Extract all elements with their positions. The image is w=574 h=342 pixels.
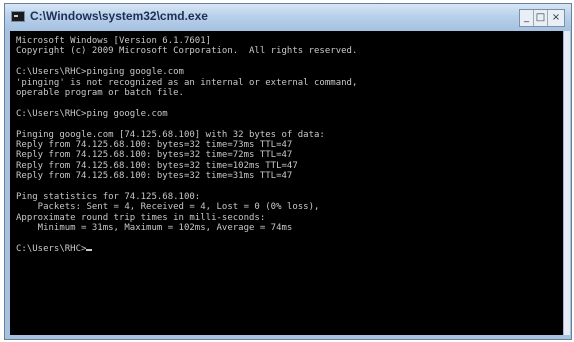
console-line: operable program or batch file.	[16, 87, 184, 98]
console-line: Reply from 74.125.68.100: bytes=32 time=…	[16, 160, 298, 171]
console-line: C:\Users\RHC>ping google.com	[16, 108, 168, 119]
console-icon[interactable]	[11, 11, 25, 22]
console-line: Approximate round trip times in milli-se…	[16, 212, 266, 223]
title-bar[interactable]: C:\Windows\system32\cmd.exe	[5, 4, 571, 30]
window-controls	[519, 9, 565, 27]
console-line: Packets: Sent = 4, Received = 4, Lost = …	[16, 202, 320, 213]
window-title: C:\Windows\system32\cmd.exe	[30, 9, 208, 23]
text-cursor	[86, 248, 93, 251]
minimize-button[interactable]	[520, 10, 534, 26]
maximize-button[interactable]	[534, 10, 548, 26]
close-button[interactable]	[548, 10, 564, 26]
console-line: Copyright (c) 2009 Microsoft Corporation…	[16, 46, 358, 57]
console-output[interactable]: Microsoft Windows [Version 6.1.7601] Copy…	[10, 31, 563, 335]
console-line: Minimum = 31ms, Maximum = 102ms, Average…	[16, 223, 293, 234]
console-line: Reply from 74.125.68.100: bytes=32 time=…	[16, 139, 293, 150]
console-line: C:\Users\RHC>pinging google.com	[16, 67, 184, 78]
cmd-window: C:\Windows\system32\cmd.exe Microsoft Wi…	[4, 3, 572, 340]
console-line: Ping statistics for 74.125.68.100:	[16, 191, 201, 202]
console-line: Microsoft Windows [Version 6.1.7601]	[16, 36, 212, 46]
console-line: Reply from 74.125.68.100: bytes=32 time=…	[16, 171, 293, 182]
console-line: Reply from 74.125.68.100: bytes=32 time=…	[16, 150, 293, 161]
vertical-scrollbar[interactable]	[563, 31, 570, 335]
console-line: Pinging google.com [74.125.68.100] with …	[16, 129, 325, 140]
console-line: 'pinging' is not recognized as an intern…	[16, 77, 358, 88]
console-line: C:\Users\RHC>	[16, 244, 563, 254]
console-text-area: Microsoft Windows [Version 6.1.7601] Copy…	[10, 31, 563, 254]
